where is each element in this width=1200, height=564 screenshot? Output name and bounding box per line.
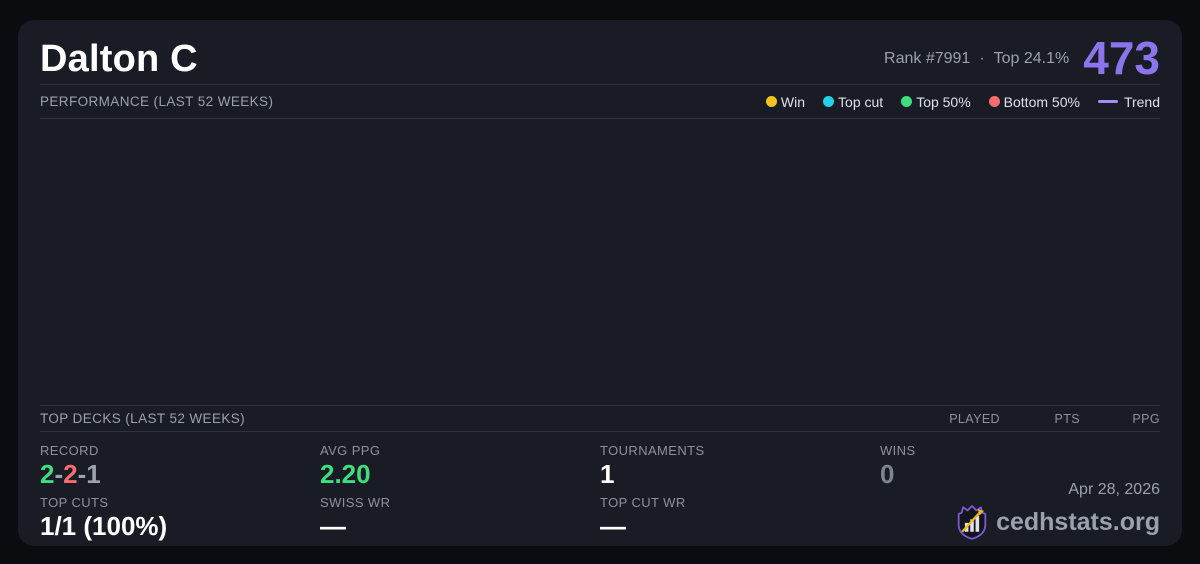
- stat-top-cut-wr: TOP CUT WR —: [600, 495, 880, 540]
- rank-summary: Rank #7991 · Top 24.1%: [884, 50, 1069, 68]
- record-wins: 2: [40, 459, 55, 489]
- stat-label: WINS: [880, 443, 916, 458]
- legend-item-top50: Top 50%: [901, 93, 971, 110]
- column-header-pts: PTS: [1054, 411, 1080, 426]
- top-decks-columns: PLAYED PTS PPG: [920, 412, 1160, 426]
- record-losses: 2: [63, 459, 78, 489]
- column-header-played: PLAYED: [949, 411, 1000, 426]
- stats-grid: RECORD 2-2-1 AVG PPG 2.20 TOURNAMENTS 1 …: [40, 432, 1160, 546]
- cedhstats-shield-icon: [956, 504, 988, 540]
- stat-label: TOURNAMENTS: [600, 443, 705, 458]
- stat-label: TOP CUT WR: [600, 495, 686, 511]
- record-dash: -: [77, 459, 87, 489]
- legend-item-bottom50: Bottom 50%: [988, 93, 1080, 110]
- performance-chart-area: [40, 119, 1160, 405]
- legend-label: Top cut: [838, 93, 884, 110]
- record-dash: -: [54, 459, 64, 489]
- top50-dot-icon: [901, 96, 913, 107]
- top-cut-dot-icon: [823, 96, 835, 107]
- swiss-wr-value: —: [320, 511, 346, 542]
- legend-item-trend: Trend: [1097, 93, 1160, 110]
- win-dot-icon: [765, 96, 777, 107]
- stat-label: TOP CUTS: [40, 495, 109, 511]
- player-stats-card: Dalton C Rank #7991 · Top 24.1% 473 PERF…: [18, 20, 1182, 546]
- legend-item-top-cut: Top cut: [823, 94, 883, 110]
- column-header-ppg: PPG: [1132, 411, 1160, 426]
- points-value: 473: [1083, 32, 1160, 85]
- avg-ppg-value: 2.20: [320, 459, 371, 489]
- dot-separator: ·: [979, 49, 985, 67]
- stat-swiss-wr: SWISS WR —: [320, 495, 600, 540]
- rank-area: Rank #7991 · Top 24.1% 473: [884, 32, 1160, 85]
- legend-label: Trend: [1123, 93, 1160, 110]
- legend-label: Top 50%: [916, 93, 971, 110]
- card-footer: Apr 28, 2026 cedhstats.org: [956, 481, 1160, 540]
- record-value: 2-2-1: [40, 459, 320, 489]
- trend-line-icon: [1097, 100, 1118, 103]
- bottom50-dot-icon: [988, 96, 1000, 107]
- card-header: Dalton C Rank #7991 · Top 24.1% 473: [40, 20, 1160, 84]
- stat-label: SWISS WR: [320, 495, 391, 511]
- stat-record: RECORD 2-2-1: [40, 443, 320, 488]
- chart-legend: Win Top cut Top 50% Bottom 50% Trend: [765, 93, 1160, 110]
- tournaments-value: 1: [600, 459, 615, 489]
- stat-tournaments: TOURNAMENTS 1: [600, 443, 880, 488]
- player-name: Dalton C: [40, 37, 198, 80]
- stat-top-cuts: TOP CUTS 1/1 (100%): [40, 495, 320, 540]
- performance-section-title: PERFORMANCE (LAST 52 WEEKS): [40, 94, 274, 109]
- performance-header-row: PERFORMANCE (LAST 52 WEEKS) Win Top cut …: [40, 85, 1160, 118]
- rank-label: Rank #7991: [884, 49, 971, 67]
- footer-date: Apr 28, 2026: [1068, 481, 1160, 498]
- legend-item-win: Win: [765, 93, 806, 110]
- top-cuts-value: 1/1 (100%): [40, 511, 168, 542]
- brand-name: cedhstats.org: [996, 507, 1160, 536]
- legend-label: Win: [780, 93, 806, 110]
- top-decks-header-row: TOP DECKS (LAST 52 WEEKS) PLAYED PTS PPG: [40, 406, 1160, 431]
- stat-label: RECORD: [40, 443, 99, 458]
- legend-label: Bottom 50%: [1003, 93, 1080, 110]
- top-decks-section-title: TOP DECKS (LAST 52 WEEKS): [40, 411, 246, 426]
- stat-label: AVG PPG: [320, 443, 381, 458]
- stat-avg-ppg: AVG PPG 2.20: [320, 443, 600, 488]
- top-percent-label: Top 24.1%: [993, 49, 1070, 67]
- top-cut-wr-value: —: [600, 511, 626, 542]
- record-draws: 1: [86, 459, 101, 489]
- brand-row: cedhstats.org: [956, 504, 1160, 540]
